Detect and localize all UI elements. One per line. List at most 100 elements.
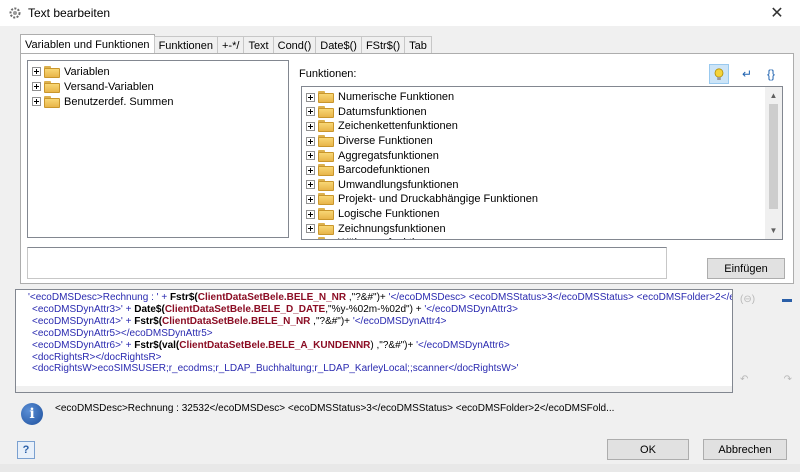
tab-0[interactable]: Variablen und Funktionen [20, 34, 155, 54]
expand-plus-icon[interactable] [306, 92, 315, 102]
title-bar: Text bearbeiten ✕ [0, 0, 800, 26]
tree-item[interactable]: Versand-Variablen [32, 79, 154, 94]
code-line: '<ecoDMSDesc>Rechnung : ' + Fstr$(Client… [28, 292, 732, 304]
tab-4[interactable]: Cond() [272, 36, 317, 54]
functions-tree[interactable]: Numerische Funktionen Datumsfunktionen Zei… [301, 86, 783, 240]
function-category[interactable]: Numerische Funktionen [306, 90, 454, 105]
code-token: ClientDataSetBele.BELE_A_KUNDENNR [179, 339, 371, 351]
function-category[interactable]: Logische Funktionen [306, 207, 440, 222]
scroll-down-icon[interactable]: ▼ [765, 222, 782, 239]
link-icon[interactable]: (⊖) [740, 294, 755, 310]
code-token: <docRightsW>ecoSIMSUSER;r_ecodms;r_LDAP_… [32, 363, 519, 375]
variables-tree[interactable]: Variablen Versand-Variablen Benutzerdef. S… [27, 60, 289, 238]
tab-6[interactable]: FStr$() [360, 36, 406, 54]
tab-2[interactable]: +-*/ [217, 36, 245, 54]
tab-5[interactable]: Date$() [315, 36, 362, 54]
function-category[interactable]: Zeichnungsfunktionen [306, 221, 446, 236]
code-token: Fstr$( [134, 315, 163, 327]
expand-plus-icon[interactable] [306, 180, 315, 190]
function-category-label: Aggregatsfunktionen [338, 149, 439, 162]
expand-plus-icon[interactable] [32, 67, 41, 76]
function-category[interactable]: Barcodefunktionen [306, 163, 430, 178]
expand-plus-icon[interactable] [306, 238, 315, 239]
tab-7[interactable]: Tab [404, 36, 432, 54]
folder-icon [318, 135, 334, 148]
folder-icon [318, 105, 334, 118]
code-token: <ecoDMSDynAttr6>' + [32, 339, 135, 351]
function-category-label: Projekt- und Druckabhängige Funktionen [338, 193, 538, 206]
folder-icon [318, 178, 334, 191]
tab-1[interactable]: Funktionen [153, 36, 218, 54]
undo-icon[interactable]: ↶ [740, 374, 748, 390]
expand-plus-icon[interactable] [306, 194, 315, 204]
info-icon: i [21, 403, 43, 425]
expression-editor[interactable]: '<ecoDMSDesc>Rechnung : ' + Fstr$(Client… [15, 289, 733, 393]
code-token: <ecoDMSDynAttr3>' + [32, 303, 135, 315]
braces-icon[interactable]: {} [761, 64, 781, 84]
tree-item-label: Variablen [64, 65, 110, 78]
expand-plus-icon[interactable] [306, 209, 315, 219]
folder-icon [318, 91, 334, 104]
code-token: ,"?&#")+ [346, 292, 389, 303]
expand-plus-icon[interactable] [306, 136, 315, 146]
code-line: <ecoDMSDynAttr4>' + Fstr$(ClientDataSetB… [32, 316, 446, 328]
code-token: '</ecoDMSDynAttr3> [424, 303, 518, 315]
window-bottom-edge [0, 464, 800, 472]
function-category-label: Datumsfunktionen [338, 105, 427, 118]
editor-horizontal-scrollbar[interactable] [16, 386, 732, 392]
expand-plus-icon[interactable] [306, 151, 315, 161]
folder-icon [318, 164, 334, 177]
insert-button[interactable]: Einfügen [707, 258, 785, 279]
folder-icon [318, 222, 334, 235]
code-token: '<ecoDMSDesc>Rechnung : ' + [28, 292, 170, 303]
redo-icon[interactable]: ↷ [784, 374, 792, 390]
code-token: <docRightsR></docRightsR> [32, 351, 162, 363]
function-category[interactable]: Diverse Funktionen [306, 134, 433, 149]
tree-item[interactable]: Variablen [32, 64, 110, 79]
code-token: Fstr$( [169, 292, 198, 303]
expand-plus-icon[interactable] [306, 224, 315, 234]
help-button[interactable]: ? [17, 441, 35, 459]
function-description-box [27, 247, 667, 279]
scroll-thumb[interactable] [769, 104, 778, 209]
tree-item-label: Benutzerdef. Summen [64, 95, 174, 108]
folder-icon [318, 193, 334, 206]
code-token: ,"%y-%02m-%02d") + [325, 303, 425, 315]
function-category[interactable]: Datumsfunktionen [306, 105, 427, 120]
expand-plus-icon[interactable] [32, 82, 41, 91]
editor-side-icons-bottom: ↶ ↷ [740, 374, 792, 390]
return-arrow-icon[interactable]: ↵ [737, 64, 757, 84]
ok-button[interactable]: OK [607, 439, 689, 460]
functions-scrollbar[interactable]: ▲ ▼ [765, 87, 782, 239]
function-category[interactable]: Aggregatsfunktionen [306, 148, 439, 163]
code-line: <docRightsR></docRightsR> [32, 352, 162, 364]
tree-item-label: Versand-Variablen [64, 80, 154, 93]
expand-plus-icon[interactable] [32, 97, 41, 106]
tab-3[interactable]: Text [243, 36, 274, 54]
close-button[interactable]: ✕ [754, 0, 800, 26]
function-category-label: Barcodefunktionen [338, 164, 430, 177]
code-token: Date$( [134, 303, 165, 315]
code-line: <ecoDMSDynAttr3>' + Date$(ClientDataSetB… [32, 304, 518, 316]
gear-pencil-icon [9, 7, 21, 19]
folder-icon [44, 80, 60, 93]
functions-list: Numerische Funktionen Datumsfunktionen Zei… [304, 88, 766, 239]
expand-plus-icon[interactable] [306, 165, 315, 175]
code-token: '</ecoDMSDynAttr6> [416, 339, 510, 351]
code-token: ClientDataSetBele.BELE_N_NR [162, 315, 311, 327]
functions-label: Funktionen: [299, 68, 357, 80]
tree-item[interactable]: Benutzerdef. Summen [32, 94, 173, 109]
code-token: '</ecoDMSDesc> <ecoDMSStatus>3</ecoDMSSt… [388, 292, 732, 303]
result-preview-bar: i <ecoDMSDesc>Rechnung : 32532</ecoDMSDe… [15, 397, 791, 429]
expand-plus-icon[interactable] [306, 107, 315, 117]
function-category[interactable]: Währungsfunktionen [306, 236, 439, 239]
function-category[interactable]: Zeichenkettenfunktionen [306, 119, 458, 134]
function-category[interactable]: Umwandlungsfunktionen [306, 178, 458, 193]
lightbulb-icon[interactable] [709, 64, 729, 84]
expand-plus-icon[interactable] [306, 121, 315, 131]
scroll-up-icon[interactable]: ▲ [765, 87, 782, 104]
code-token: '</ecoDMSDynAttr4> [352, 315, 447, 327]
function-category[interactable]: Projekt- und Druckabhängige Funktionen [306, 192, 538, 207]
cancel-button[interactable]: Abbrechen [703, 439, 787, 460]
save-icon[interactable]: ▬ [782, 294, 792, 310]
